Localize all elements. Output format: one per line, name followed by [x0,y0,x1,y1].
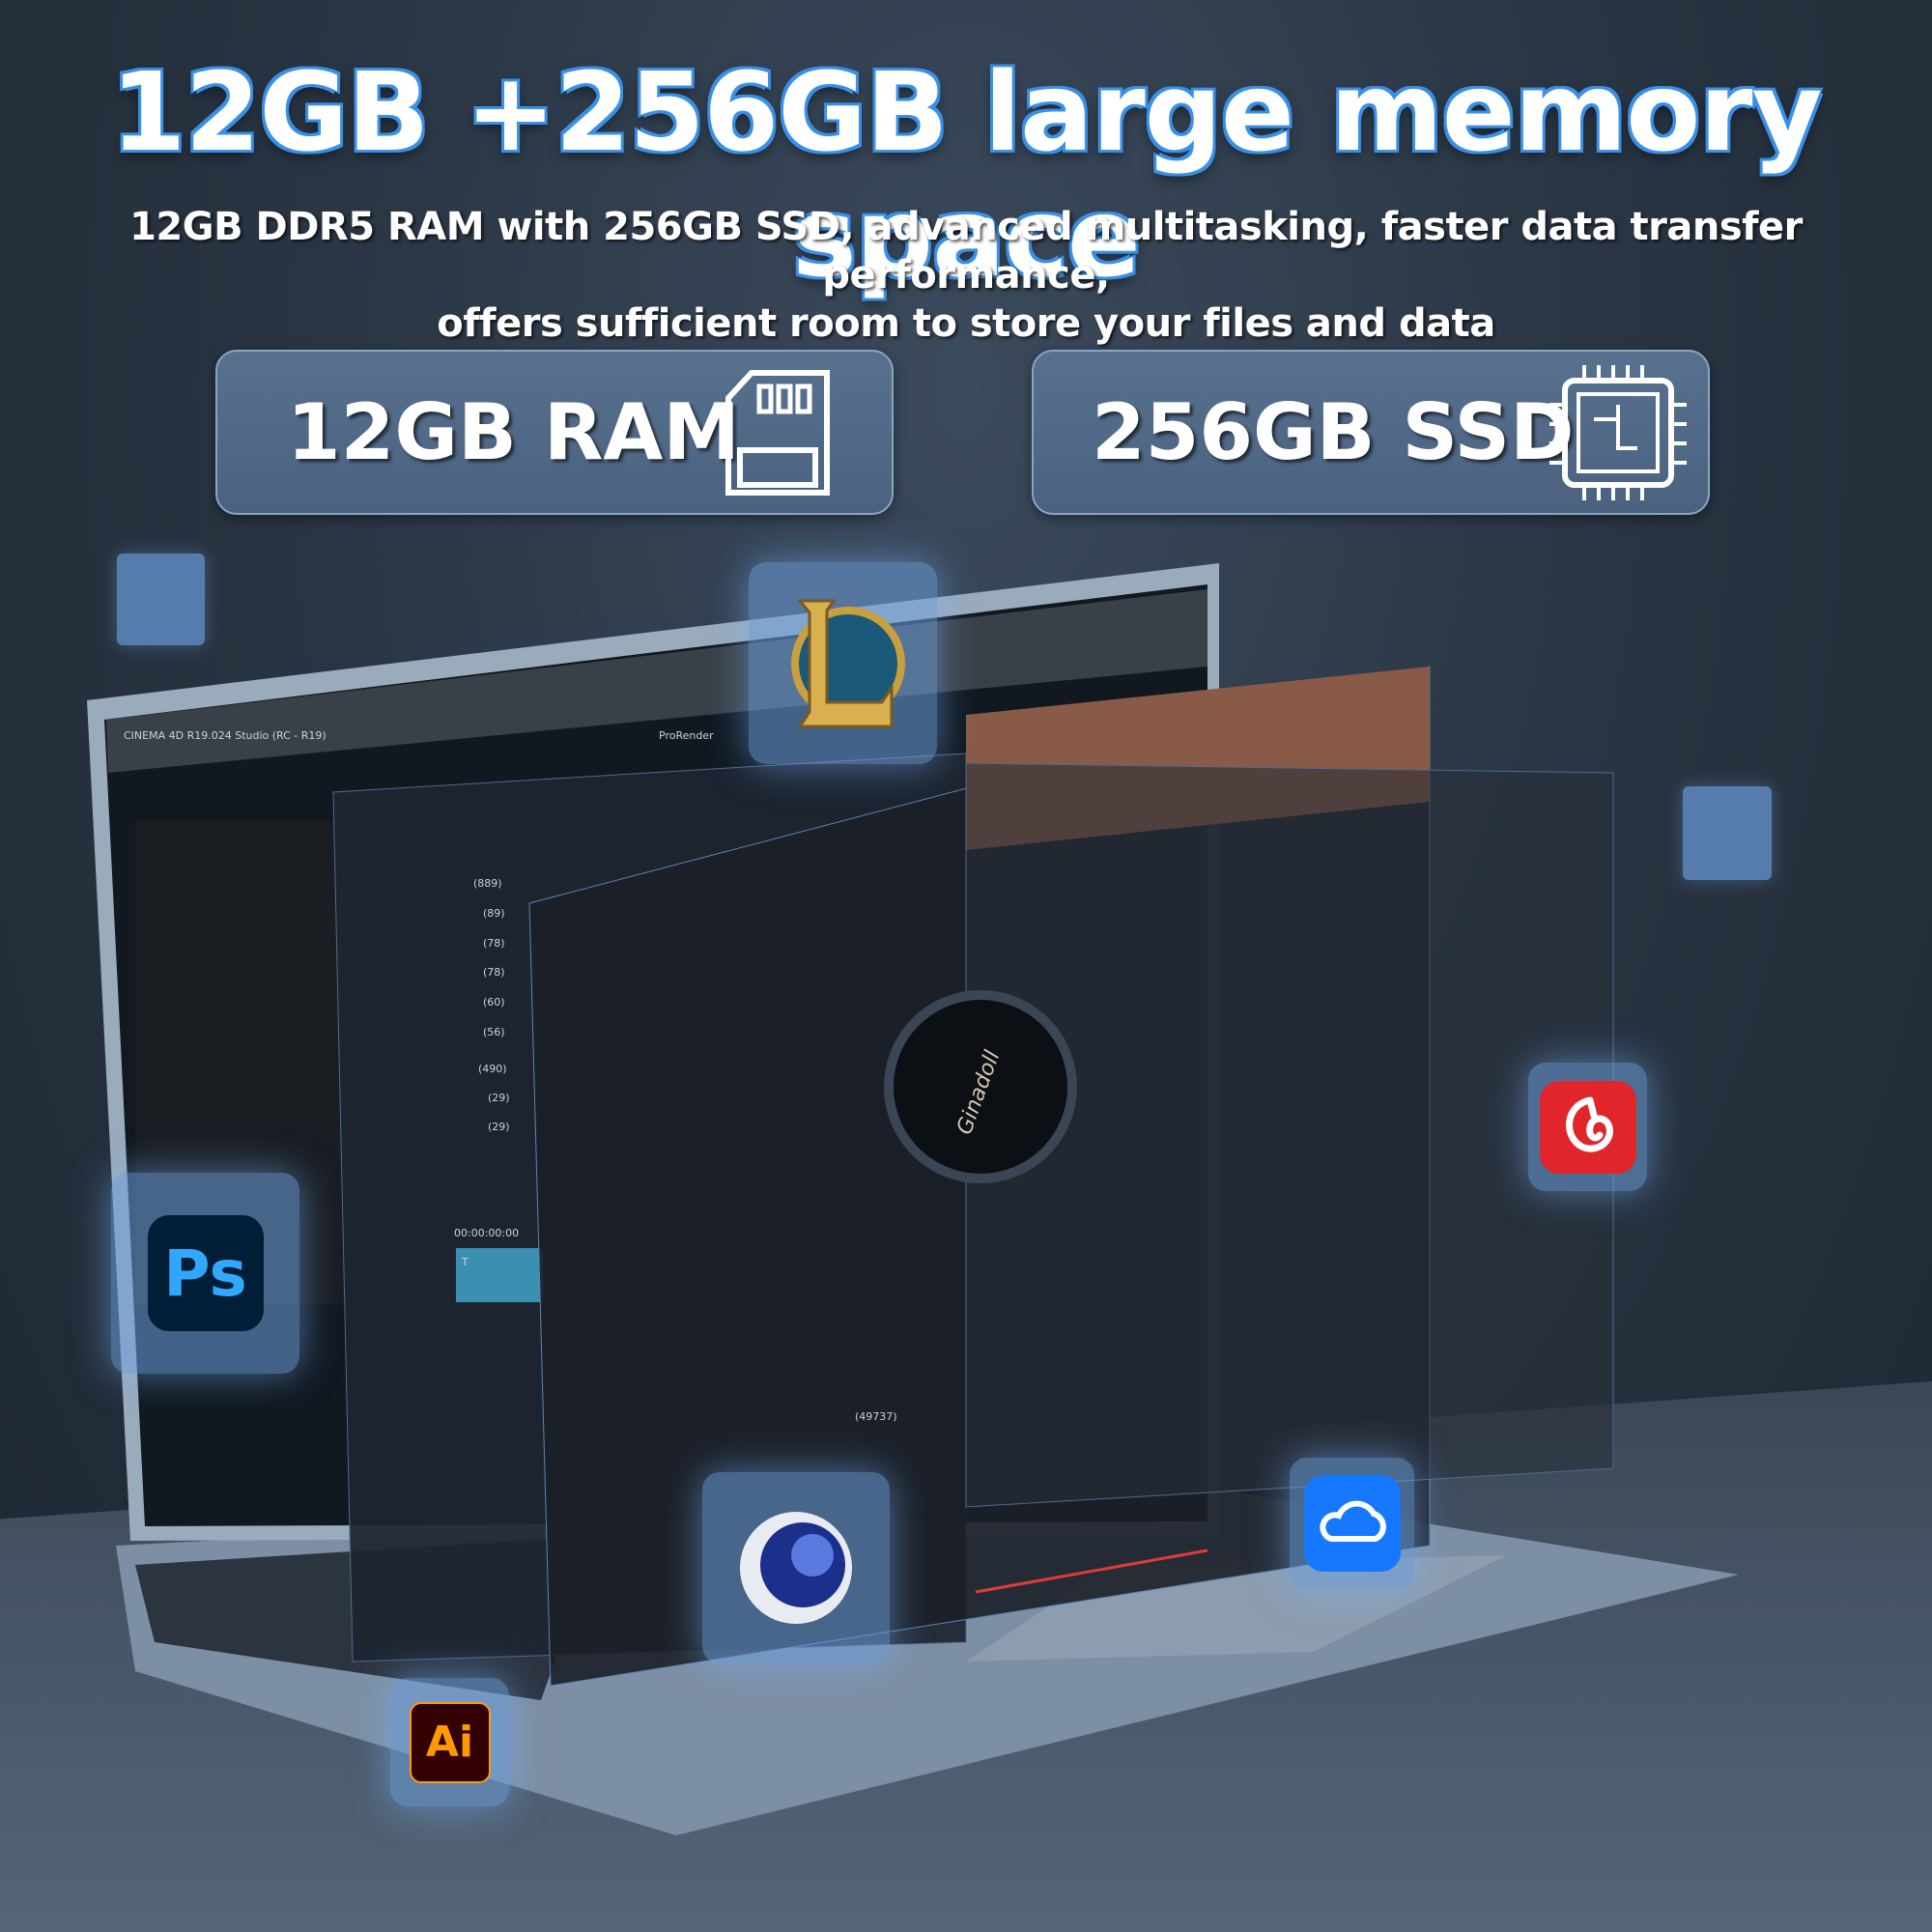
cloud-icon [1303,1475,1401,1572]
svg-text:(29): (29) [488,1121,510,1133]
cinema4d-app[interactable] [702,1472,890,1663]
svg-text:(889): (889) [473,877,502,890]
c4d-title: CINEMA 4D R19.024 Studio (RC - R19) [124,729,327,742]
svg-text:(56): (56) [483,1026,505,1038]
svg-text:(89): (89) [483,907,505,920]
svg-text:(29): (29) [488,1092,510,1104]
illustrator-icon: Ai [409,1701,491,1783]
svg-text:(490): (490) [478,1063,507,1075]
track-label: T [461,1256,469,1268]
renderer-label: ProRender [659,729,714,742]
svg-text:(78): (78) [483,937,505,950]
league-of-legends-icon [790,599,905,727]
photoshop-app[interactable]: Ps [111,1173,299,1374]
svg-text:(78): (78) [483,966,505,979]
league-of-legends-app[interactable] [749,562,937,764]
comment-count: (49737) [855,1410,897,1423]
netease-music-app[interactable] [1528,1063,1647,1191]
svg-text:(60): (60) [483,996,505,1009]
cloud-storage-app[interactable] [1290,1458,1414,1589]
timecode: 00:00:00:00 [454,1227,519,1239]
laptop-illustration: CINEMA 4D R19.024 Studio (RC - R19) ProR… [87,563,1739,1835]
text-track-clip [456,1248,543,1302]
photoshop-icon: Ps [147,1215,264,1331]
illustrator-app[interactable]: Ai [390,1678,509,1806]
cinema4d-icon [740,1512,852,1624]
netease-music-icon [1539,1080,1636,1174]
